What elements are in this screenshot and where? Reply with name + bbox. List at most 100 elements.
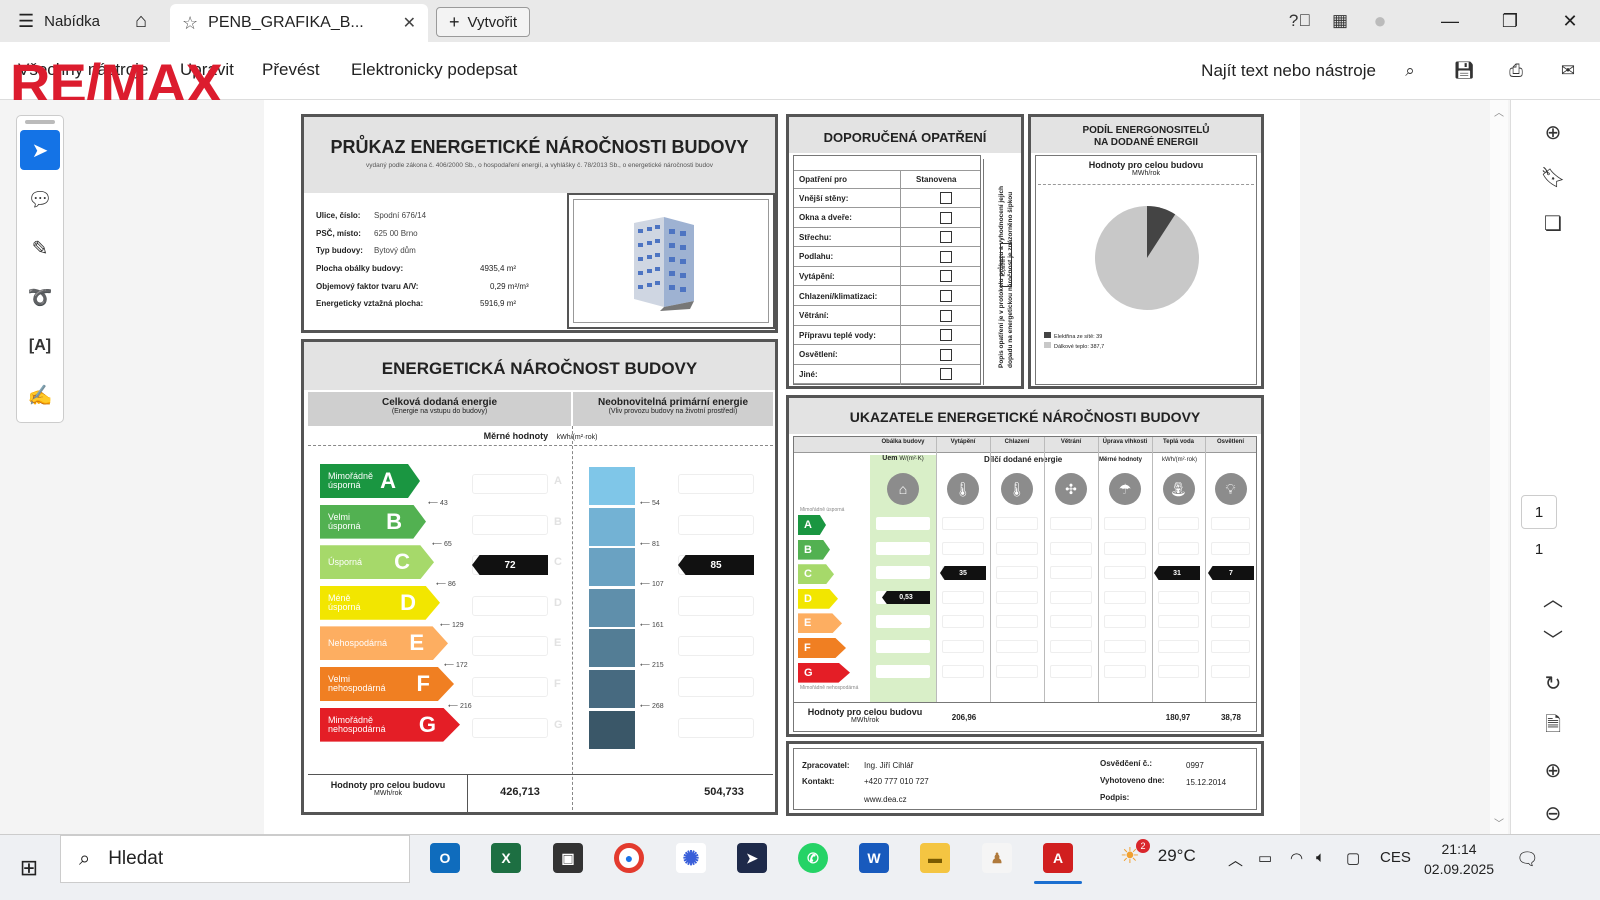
windows-start-icon[interactable]: ⊞ <box>14 853 44 883</box>
measure-checkbox[interactable] <box>940 211 952 224</box>
indicators-panel: UKAZATELE ENERGETICKÉ NÁROČNOSTI BUDOVY … <box>786 395 1264 737</box>
notifications-icon[interactable]: 🗨︎ <box>1516 849 1539 870</box>
weather-widget[interactable]: ☀ 2 29°C <box>1120 839 1196 869</box>
scroll-up-icon[interactable]: ︿ <box>1494 104 1504 119</box>
processor-panel: Zpracovatel: Ing. Jiří Cihlář Kontakt: +… <box>786 741 1264 816</box>
measure-checkbox[interactable] <box>940 290 952 302</box>
save-icon[interactable]: 💾︎ <box>1444 50 1484 92</box>
star-icon[interactable]: ☆ <box>182 13 198 34</box>
primary-bar-segment <box>589 710 635 749</box>
settings-icon[interactable]: ✺ <box>676 843 706 873</box>
clock[interactable]: 21:14 02.09.2025 <box>1424 839 1494 879</box>
tray-chevron-icon[interactable]: ︿ <box>1228 849 1243 870</box>
apps-grid-icon[interactable]: ▦ <box>1320 0 1360 42</box>
acrobat-icon[interactable]: A <box>1043 843 1073 873</box>
building-image-frame <box>567 193 775 329</box>
comment-icon[interactable]: ⊕ <box>1538 117 1568 147</box>
help-icon[interactable]: ?⃝ <box>1280 0 1320 42</box>
indicator-slot <box>996 566 1038 580</box>
page-number-input[interactable]: 1 <box>1521 495 1557 529</box>
device-icon[interactable]: ▢ <box>1346 849 1360 867</box>
energy-class-letter: F <box>416 671 430 696</box>
extract-page-icon[interactable]: 🗎︎ <box>1538 712 1568 742</box>
measure-checkbox[interactable] <box>940 192 952 204</box>
measure-checkbox[interactable] <box>940 368 952 381</box>
close-window-button[interactable]: ✕ <box>1540 0 1600 42</box>
cooling-icon: 🌡︎ <box>1001 473 1033 505</box>
menu-button[interactable]: ☰ Nabídka <box>0 0 118 42</box>
home-icon[interactable]: ⌂ <box>118 0 164 42</box>
find-text-label[interactable]: Najít text nebo nástroje <box>1201 61 1376 81</box>
primary-class-slot <box>678 595 754 616</box>
taskbar-search[interactable]: ⌕ Hledat <box>60 835 410 883</box>
search-icon: ⌕ <box>79 847 91 870</box>
print-icon[interactable]: ⎙ <box>1496 50 1536 92</box>
select-tool-icon[interactable]: ➤ <box>20 130 60 170</box>
measure-checkbox[interactable] <box>940 250 952 263</box>
pages-icon[interactable]: ❏ <box>1538 208 1568 238</box>
primary-class-slot <box>678 514 754 535</box>
indicator-col-divider <box>1098 437 1099 702</box>
avatar-icon[interactable]: ● <box>1360 0 1400 42</box>
indicator-class-b: B <box>798 539 830 560</box>
indicator-slot <box>1158 664 1199 678</box>
measure-row: Jiné: <box>794 365 980 385</box>
app-figure-icon[interactable]: ♟ <box>982 843 1012 873</box>
language-indicator[interactable]: CES <box>1380 849 1411 866</box>
zoom-out-icon[interactable]: ⊖ <box>1538 798 1568 828</box>
primary-bars <box>589 467 635 749</box>
weather-badge: 2 <box>1136 839 1150 853</box>
app-arrow-icon[interactable]: ➤ <box>737 843 767 873</box>
text-tool-icon[interactable]: [A] <box>20 326 60 366</box>
word-icon[interactable]: W <box>859 843 889 873</box>
lighting-value-tag: 7 <box>1208 566 1254 580</box>
esign-menu[interactable]: Elektronicky podepsat <box>351 60 517 80</box>
bookmark-icon[interactable]: 🔖︎ <box>1538 162 1568 192</box>
indicator-slot <box>1104 566 1146 580</box>
street-value: Spodní 676/14 <box>374 211 427 220</box>
chrome-icon[interactable]: ● <box>614 843 644 873</box>
energy-class-letter: C <box>394 549 410 575</box>
whatsapp-icon[interactable]: ✆ <box>798 843 828 873</box>
measure-checkbox[interactable] <box>940 270 952 283</box>
rotate-icon[interactable]: ↻ <box>1538 668 1568 698</box>
measure-checkbox[interactable] <box>940 309 952 322</box>
tray-app-icon[interactable]: ▭ <box>1258 849 1272 867</box>
indicator-slot <box>1050 517 1092 530</box>
zoom-in-icon[interactable]: ⊕ <box>1538 755 1568 785</box>
search-icon[interactable]: ⌕ <box>1390 50 1430 92</box>
energy-class-letter: B <box>386 508 402 534</box>
menu-label: Nabídka <box>44 12 101 30</box>
outlook-icon[interactable]: O <box>430 843 460 873</box>
indicator-col-header: Obálka budovy <box>881 439 925 445</box>
page-down-icon[interactable]: ﹀ <box>1538 623 1568 653</box>
ventilation-icon: ✣ <box>1055 473 1087 505</box>
cert-label: Osvědčení č.: <box>1100 759 1153 768</box>
panel-grip[interactable] <box>25 120 55 124</box>
measure-checkbox[interactable] <box>940 231 952 244</box>
volume-icon[interactable]: 🔈︎ <box>1316 849 1325 866</box>
weather-temp: 29°C <box>1157 846 1196 865</box>
maximize-button[interactable]: ❐ <box>1480 0 1540 42</box>
measure-checkbox[interactable] <box>940 348 952 361</box>
sign-tool-icon[interactable]: ✍ <box>20 375 60 415</box>
minimize-button[interactable]: — <box>1420 0 1480 42</box>
page-up-icon[interactable]: ︿ <box>1538 582 1568 612</box>
primary-bar-segment <box>589 670 635 708</box>
document-tab[interactable]: ☆ PENB_GRAFIKA_B... ✕ <box>170 4 428 42</box>
app-icon[interactable]: ▣ <box>553 843 583 873</box>
draw-tool-icon[interactable]: ➰ <box>20 277 60 317</box>
create-button[interactable]: + Vytvořit <box>436 7 530 37</box>
scrollbar[interactable]: ︿ ﹀ <box>1490 100 1508 834</box>
mail-icon[interactable]: ✉ <box>1548 50 1588 92</box>
excel-icon[interactable]: X <box>491 843 521 873</box>
convert-menu[interactable]: Převést <box>262 60 320 80</box>
comment-tool-icon[interactable]: 💬︎ <box>20 179 60 219</box>
share-legend-district-heat: Dálkové teplo: 387,7 <box>1044 342 1104 352</box>
scroll-down-icon[interactable]: ﹀ <box>1494 815 1504 830</box>
close-tab-icon[interactable]: ✕ <box>403 13 416 33</box>
measure-checkbox[interactable] <box>940 329 952 342</box>
highlight-tool-icon[interactable]: ✎ <box>20 228 60 268</box>
file-explorer-icon[interactable]: ▬ <box>920 843 950 873</box>
wifi-icon[interactable]: ◠ <box>1290 849 1303 867</box>
